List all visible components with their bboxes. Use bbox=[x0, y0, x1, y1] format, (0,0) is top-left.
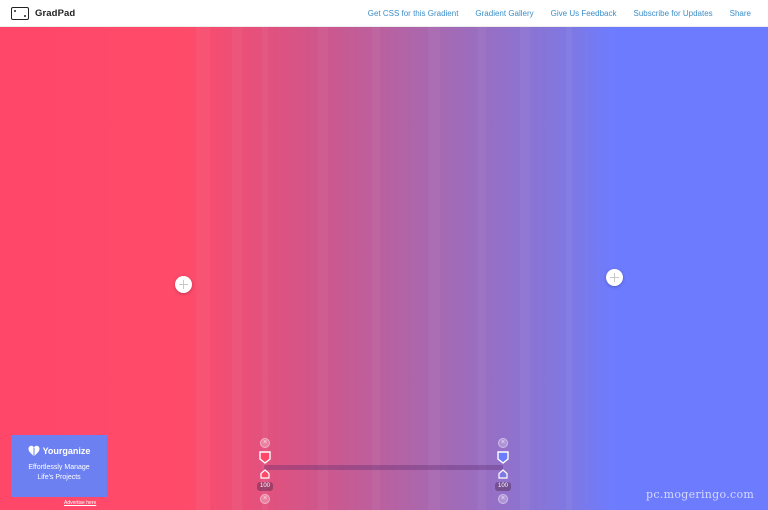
color-stop-track[interactable] bbox=[264, 465, 503, 470]
opacity-stop-1-value[interactable]: 100 bbox=[257, 482, 273, 491]
ad-tagline-line-2: Life's Projects bbox=[37, 474, 81, 481]
ad-tagline: Effortlessly Manage Life's Projects bbox=[11, 463, 107, 483]
nav-link-gradient-gallery[interactable]: Gradient Gallery bbox=[475, 9, 533, 18]
top-navigation-bar: GradPad Get CSS for this Gradient Gradie… bbox=[0, 0, 768, 27]
gradient-band bbox=[566, 27, 572, 510]
nav-link-share[interactable]: Share bbox=[730, 9, 751, 18]
color-stop-1-fill bbox=[259, 451, 271, 464]
gradient-band bbox=[232, 27, 242, 510]
gradient-start-handle[interactable] bbox=[175, 276, 192, 293]
ad-brand-name: Yourganize bbox=[42, 446, 91, 456]
gradient-band bbox=[428, 27, 440, 510]
remove-stop-2-icon[interactable]: × bbox=[498, 438, 508, 448]
gradient-band bbox=[520, 27, 530, 510]
opacity-stop-2-fill bbox=[498, 469, 508, 479]
color-stop-2-marker[interactable] bbox=[497, 451, 509, 464]
ad-tagline-line-1: Effortlessly Manage bbox=[28, 464, 90, 471]
opacity-stop-2-marker[interactable] bbox=[498, 469, 508, 479]
color-stop-1-marker[interactable] bbox=[259, 451, 271, 464]
advertise-here-link[interactable]: Advertise here bbox=[64, 500, 96, 506]
app-logo[interactable]: GradPad bbox=[11, 6, 76, 20]
gradpad-logo-icon bbox=[11, 6, 29, 20]
nav-link-feedback[interactable]: Give Us Feedback bbox=[551, 9, 617, 18]
opacity-stop-1-marker[interactable] bbox=[260, 469, 270, 479]
gradient-canvas[interactable] bbox=[0, 27, 768, 510]
advertisement-card[interactable]: Yourganize Effortlessly Manage Life's Pr… bbox=[11, 435, 107, 497]
nav-links: Get CSS for this Gradient Gradient Galle… bbox=[351, 9, 751, 18]
nav-link-subscribe[interactable]: Subscribe for Updates bbox=[633, 9, 712, 18]
remove-stop-1-icon[interactable]: × bbox=[260, 438, 270, 448]
color-stop-2-fill bbox=[497, 451, 509, 464]
gradient-end-handle[interactable] bbox=[606, 269, 623, 286]
gradient-band bbox=[196, 27, 210, 510]
remove-opacity-stop-2-icon[interactable]: × bbox=[498, 494, 508, 504]
opacity-stop-2-value[interactable]: 100 bbox=[495, 482, 511, 491]
gradient-band bbox=[318, 27, 328, 510]
watermark-text: pc.mogeringo.com bbox=[646, 488, 755, 501]
ad-brand: Yourganize bbox=[11, 445, 107, 457]
app-title: GradPad bbox=[35, 7, 76, 19]
heart-shield-icon bbox=[28, 445, 40, 456]
gradient-band bbox=[372, 27, 380, 510]
nav-link-get-css[interactable]: Get CSS for this Gradient bbox=[368, 9, 459, 18]
gradient-band bbox=[478, 27, 486, 510]
opacity-stop-1-fill bbox=[260, 469, 270, 479]
remove-opacity-stop-1-icon[interactable]: × bbox=[260, 494, 270, 504]
